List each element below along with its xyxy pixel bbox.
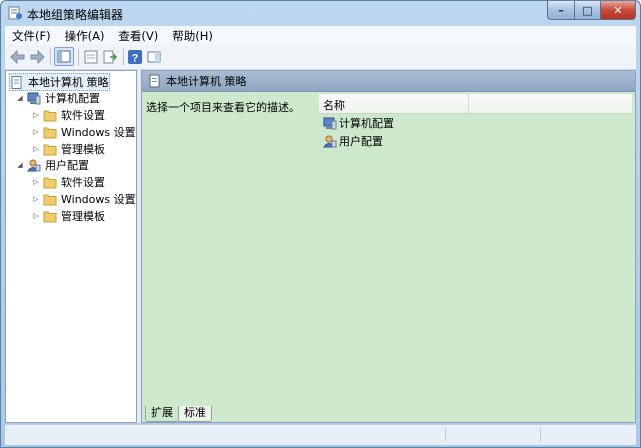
tree-item-root[interactable]: 本地计算机 策略 xyxy=(9,73,110,91)
tree-item-computer-config[interactable]: ◢ 计算机配置 xyxy=(16,90,100,106)
forward-arrow-icon[interactable] xyxy=(29,49,45,65)
minimize-button[interactable]: – xyxy=(547,1,575,20)
menu-help[interactable]: 帮助(H) xyxy=(165,28,220,44)
tree-item-windows-settings[interactable]: ▷ Windows 设置 xyxy=(32,191,136,207)
list-item-user-config[interactable]: 用户配置 xyxy=(323,133,383,149)
computer-config-icon xyxy=(323,117,337,129)
maximize-icon: □ xyxy=(582,3,593,17)
tree-pane[interactable]: 本地计算机 策略 ◢ 计算机配置 ▷ 软件设置 ▷ Windows 设置 ▷ 管… xyxy=(5,70,137,423)
content-title: 本地计算机 策略 xyxy=(166,75,247,88)
tree-label: 管理模板 xyxy=(61,210,105,223)
toolbar-separator xyxy=(50,49,51,65)
collapsed-arrow-icon[interactable]: ▷ xyxy=(32,212,40,220)
tree-user-label: 用户配置 xyxy=(45,159,89,172)
show-hide-action-pane-icon[interactable] xyxy=(146,49,162,65)
folder-icon xyxy=(43,194,57,205)
menu-file[interactable]: 文件(F) xyxy=(5,28,58,44)
tree-item-software-settings[interactable]: ▷ 软件设置 xyxy=(32,174,105,190)
export-list-icon[interactable] xyxy=(102,49,118,65)
tree-item-user-config[interactable]: ◢ 用户配置 xyxy=(16,157,89,173)
menu-bar: 文件(F) 操作(A) 查看(V) 帮助(H) xyxy=(5,26,636,45)
minimize-icon: – xyxy=(558,3,564,17)
collapsed-arrow-icon[interactable]: ▷ xyxy=(32,178,40,186)
title-bar[interactable]: 本地组策略编辑器 – □ ✕ xyxy=(1,1,640,25)
tree-label: 软件设置 xyxy=(61,109,105,122)
status-segment xyxy=(540,427,541,442)
folder-icon xyxy=(43,211,57,222)
menu-action[interactable]: 操作(A) xyxy=(58,28,112,44)
folder-icon xyxy=(43,127,57,138)
collapsed-arrow-icon[interactable]: ▷ xyxy=(32,111,40,119)
folder-icon xyxy=(43,110,57,121)
tab-extended[interactable]: 扩展 xyxy=(145,406,179,422)
collapsed-arrow-icon[interactable]: ▷ xyxy=(32,195,40,203)
group-policy-app-icon xyxy=(8,6,22,20)
collapsed-arrow-icon[interactable]: ▷ xyxy=(32,128,40,136)
expanded-arrow-icon[interactable]: ◢ xyxy=(16,94,24,102)
list-item-computer-config[interactable]: 计算机配置 xyxy=(323,115,394,131)
list-item-label: 用户配置 xyxy=(339,135,383,148)
menu-view[interactable]: 查看(V) xyxy=(111,28,165,44)
computer-config-icon xyxy=(27,92,41,104)
item-list[interactable]: 名称 计算机配置 用户配置 xyxy=(319,94,632,394)
description-text: 选择一个项目来查看它的描述。 xyxy=(146,101,300,114)
user-config-icon xyxy=(27,159,41,171)
main-window: 本地组策略编辑器 – □ ✕ 文件(F) 操作(A) 查看(V) 帮助(H) ?… xyxy=(0,0,641,448)
policy-document-icon xyxy=(11,75,22,89)
close-button[interactable]: ✕ xyxy=(600,1,636,20)
status-bar xyxy=(5,424,636,445)
user-config-icon xyxy=(323,135,337,147)
folder-icon xyxy=(43,144,57,155)
properties-icon[interactable] xyxy=(83,49,99,65)
collapsed-arrow-icon[interactable]: ▷ xyxy=(32,145,40,153)
maximize-button[interactable]: □ xyxy=(574,1,601,20)
content-header: 本地计算机 策略 xyxy=(142,71,635,92)
toolbar: ? xyxy=(5,45,636,70)
tree-item-windows-settings[interactable]: ▷ Windows 设置 xyxy=(32,124,136,140)
tree-label: 软件设置 xyxy=(61,176,105,189)
back-arrow-icon[interactable] xyxy=(10,49,26,65)
svg-text:?: ? xyxy=(132,53,139,65)
show-hide-tree-icon[interactable] xyxy=(54,47,74,66)
close-icon: ✕ xyxy=(613,3,623,17)
tree-computer-label: 计算机配置 xyxy=(45,92,100,105)
folder-icon xyxy=(43,177,57,188)
tree-item-admin-templates[interactable]: ▷ 管理模板 xyxy=(32,141,105,157)
policy-document-icon xyxy=(149,74,160,88)
tree-label: Windows 设置 xyxy=(61,193,136,206)
list-item-label: 计算机配置 xyxy=(339,117,394,130)
help-icon[interactable]: ? xyxy=(127,49,143,65)
tree-root-label: 本地计算机 策略 xyxy=(28,76,109,89)
toolbar-separator xyxy=(78,49,79,65)
view-tabs: 扩展 标准 xyxy=(145,406,212,422)
content-pane: 本地计算机 策略 选择一个项目来查看它的描述。 名称 计算机配置 用户配置 扩展… xyxy=(141,70,636,423)
tree-label: 管理模板 xyxy=(61,143,105,156)
expanded-arrow-icon[interactable]: ◢ xyxy=(16,161,24,169)
status-segment xyxy=(445,427,446,442)
tree-item-admin-templates[interactable]: ▷ 管理模板 xyxy=(32,208,105,224)
tab-standard[interactable]: 标准 xyxy=(178,406,212,422)
tree-item-software-settings[interactable]: ▷ 软件设置 xyxy=(32,107,105,123)
tree-label: Windows 设置 xyxy=(61,126,136,139)
window-title: 本地组策略编辑器 xyxy=(27,8,124,22)
column-divider[interactable] xyxy=(468,94,469,113)
column-header[interactable]: 名称 xyxy=(319,94,632,114)
toolbar-separator xyxy=(123,49,124,65)
column-name-header[interactable]: 名称 xyxy=(323,97,345,113)
